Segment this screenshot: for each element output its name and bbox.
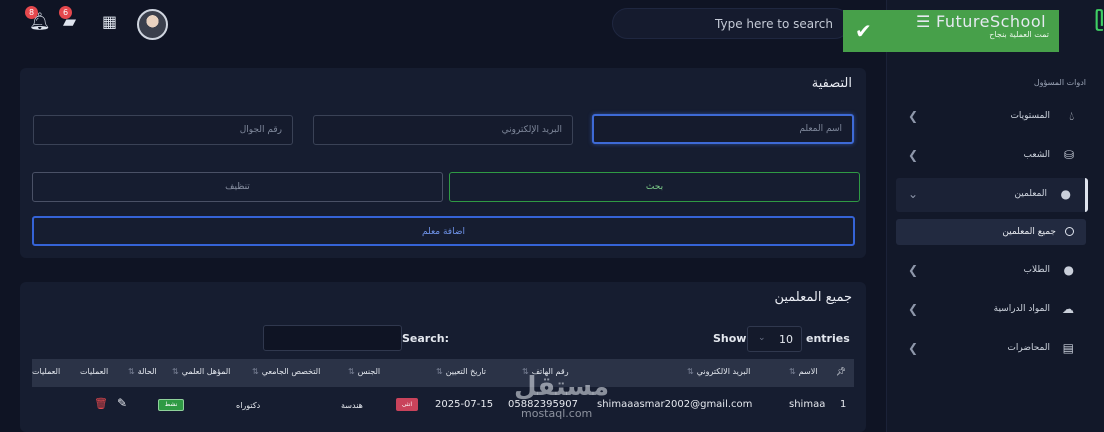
show-label: Show	[713, 332, 747, 345]
gender-badge: انثى	[396, 398, 418, 411]
brand: ☰ FutureSchool ᥫ	[904, 10, 1104, 38]
table-search-input[interactable]	[263, 325, 402, 351]
cell-name: shimaa	[789, 399, 826, 410]
chevron-left-icon: ❮	[908, 341, 919, 355]
email-field[interactable]	[313, 115, 573, 145]
search-button[interactable]: بحث	[449, 172, 860, 202]
col-actions-2: العمليات	[32, 367, 61, 376]
teacher-name-field[interactable]	[592, 114, 854, 144]
sidebar-item-sections[interactable]: ❮ الشعب ⛁	[896, 139, 1088, 173]
search-input[interactable]	[613, 9, 849, 38]
col-hire-date[interactable]: ⇅ تاريخ التعيين	[436, 367, 486, 376]
add-teacher-button[interactable]: اضافة معلم	[32, 216, 855, 246]
watermark-arabic: مستقل	[514, 372, 610, 402]
sidebar-item-label: المستويات	[1010, 111, 1050, 121]
messages-badge: 6	[59, 6, 72, 19]
col-specialization[interactable]: ⇅ التخصص الجامعي	[252, 367, 320, 376]
sidebar-item-lectures[interactable]: ❮ المحاضرات ▤	[896, 332, 1088, 366]
col-status[interactable]: ⇅ الحالة	[128, 367, 157, 376]
apps-grid-icon[interactable]: ▦	[102, 12, 117, 31]
sidebar-item-label: الطلاب	[1023, 265, 1050, 275]
filter-title: التصفية	[811, 76, 852, 91]
menu-icon[interactable]: ☰	[916, 12, 930, 31]
notifications-button[interactable]: 🔔︎ 8	[25, 6, 51, 32]
sidebar-item-label: المحاضرات	[1007, 343, 1050, 353]
chevron-left-icon: ❮	[908, 148, 919, 162]
cell-email: shimaaasmar2002@gmail.com	[597, 399, 753, 410]
chevron-down-icon: ⌄	[908, 187, 919, 201]
sidebar-item-label: المواد الدراسية	[993, 304, 1050, 314]
cloud-icon: ☁	[1062, 302, 1074, 316]
award-icon: ●	[1063, 263, 1074, 277]
basket-icon: ⛁	[1063, 148, 1074, 162]
phone-field[interactable]	[33, 115, 293, 145]
col-name[interactable]: ⇅ الاسم	[789, 367, 818, 376]
email-input[interactable]	[314, 116, 572, 144]
table-header: 📌︎ ⇅ الاسم ⇅ البريد الالكتروني ⇅ رقم الهاتف…	[32, 359, 854, 387]
cell-index: 1	[840, 399, 847, 410]
sidebar-subitem-all-teachers[interactable]: جميع المعلمين	[896, 219, 1086, 245]
check-icon: ✔	[855, 19, 872, 43]
table-title: جميع المعلمين	[774, 290, 852, 305]
page-size-select[interactable]: ⌄ 10	[747, 326, 802, 352]
watermark-latin: mostaql.com	[521, 407, 593, 420]
sidebar-subitem-label: جميع المعلمين	[1002, 227, 1056, 237]
clear-button[interactable]: تنظيف	[32, 172, 443, 202]
col-qualification[interactable]: ⇅ المؤهل العلمي	[172, 367, 230, 376]
col-gender[interactable]: ⇅ الجنس	[348, 367, 380, 376]
cell-qualification: دكتوراه	[236, 401, 261, 410]
cell-hire-date: 2025-07-15	[435, 399, 494, 410]
sidebar-item-students[interactable]: ❮ الطلاب ●	[896, 254, 1088, 288]
entries-label: entries	[806, 332, 850, 345]
col-actions: العمليات	[80, 367, 109, 376]
sidebar-item-subjects[interactable]: ❮ المواد الدراسية ☁	[896, 293, 1088, 327]
chevron-left-icon: ❮	[908, 109, 919, 123]
brand-name: FutureSchool	[936, 12, 1047, 31]
global-search[interactable]	[612, 8, 850, 39]
chevron-down-icon: ⌄	[758, 333, 766, 343]
sidebar	[886, 0, 1104, 432]
award-icon: ●	[1060, 187, 1071, 201]
avatar[interactable]	[137, 9, 168, 40]
page-size-value: 10	[779, 333, 793, 346]
chevron-left-icon: ❮	[908, 302, 919, 316]
status-badge[interactable]: نشط	[158, 399, 184, 411]
notifications-badge: 8	[25, 6, 38, 19]
col-email[interactable]: ⇅ البريد الالكتروني	[687, 367, 750, 376]
delete-icon[interactable]: 🗑︎	[94, 397, 108, 410]
table-search-label: Search:	[402, 332, 449, 345]
circle-icon	[1065, 227, 1074, 236]
phone-input[interactable]	[34, 116, 292, 144]
chevron-left-icon: ❮	[908, 263, 919, 277]
top-bar: 🔔︎ 8 ▰ 6 ▦	[0, 0, 886, 48]
sidebar-item-teachers[interactable]: ⌄ المعلمين ●	[896, 178, 1088, 212]
sidebar-item-label: المعلمين	[1014, 189, 1047, 199]
edit-icon[interactable]: ✎	[117, 396, 127, 410]
sidebar-item-label: الشعب	[1023, 150, 1050, 160]
teacher-name-input[interactable]	[594, 116, 852, 142]
cell-specialization: هندسة	[341, 401, 363, 410]
drop-icon: 💧︎	[1069, 109, 1074, 123]
sidebar-section-label: ادوات المسؤول	[1033, 78, 1086, 87]
messages-button[interactable]: ▰ 6	[59, 6, 76, 32]
logo-icon: ᥫ	[1094, 10, 1104, 31]
document-icon: ▤	[1062, 341, 1074, 355]
sidebar-item-levels[interactable]: ❮ المستويات 💧︎	[896, 100, 1088, 134]
pin-icon: 📌︎	[836, 367, 847, 376]
